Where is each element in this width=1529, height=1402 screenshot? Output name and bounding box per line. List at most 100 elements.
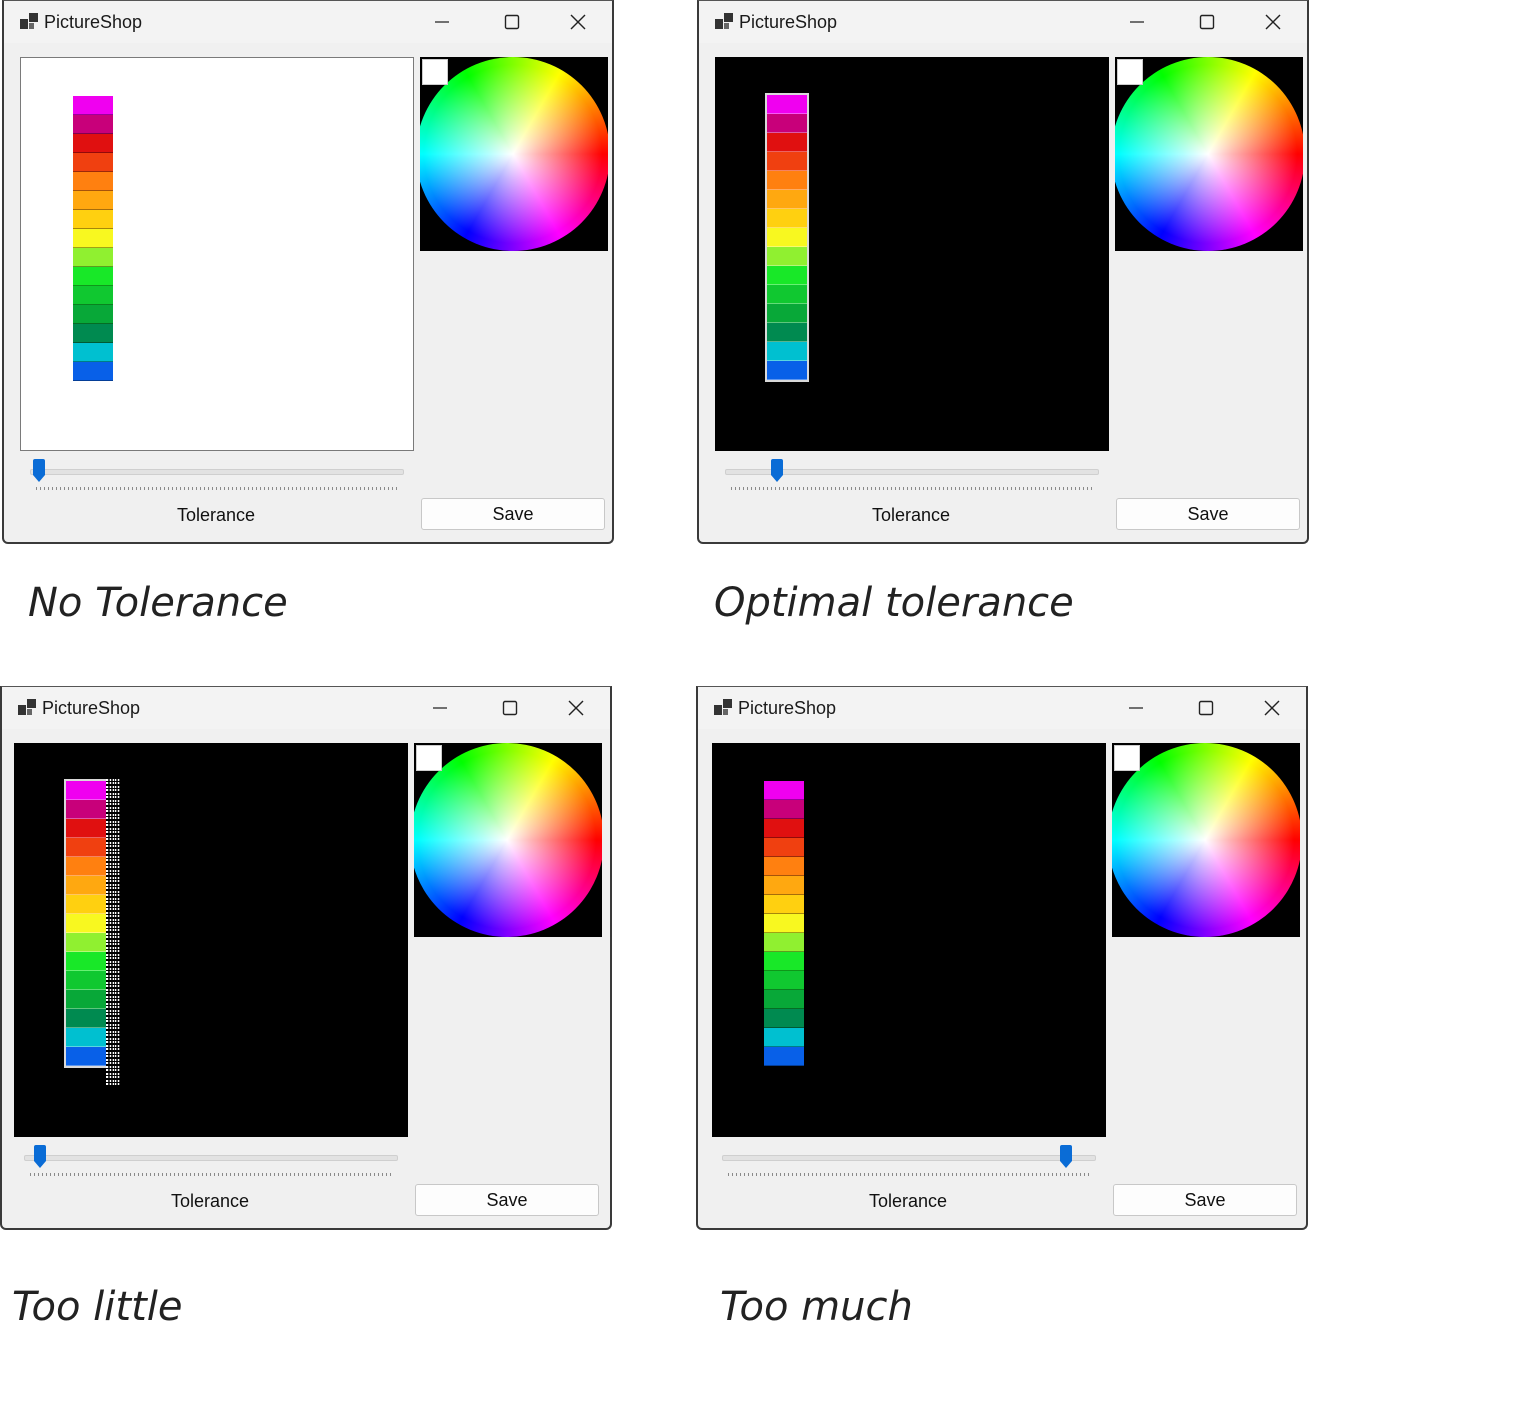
window-too-little: PictureShop Tolerance Save [0,686,612,1230]
color-swatch [764,952,804,971]
color-swatch [764,838,804,857]
color-swatch [73,191,113,210]
maximize-icon [502,700,518,716]
caption-optimal-tolerance: Optimal tolerance [714,580,1074,626]
color-wheel[interactable] [414,743,602,937]
app-icon [18,699,36,715]
close-icon [568,700,584,716]
color-swatch [66,895,106,914]
image-canvas[interactable] [715,57,1109,451]
color-swatch [66,971,106,990]
app-icon [714,699,732,715]
tolerance-label: Tolerance [176,505,256,525]
window-title: PictureShop [42,698,141,718]
color-swatch [767,247,807,266]
tolerance-slider-thumb[interactable] [33,1145,47,1169]
app-icon [715,13,733,29]
save-button[interactable]: Save [1116,498,1300,530]
window-title: PictureShop [739,12,838,32]
maximize-button[interactable] [478,1,546,43]
close-button[interactable] [1238,687,1306,729]
tolerance-slider-ticks [30,1173,392,1176]
color-swatch [764,1047,804,1066]
color-swatch [767,228,807,247]
color-swatch [767,266,807,285]
title-bar: PictureShop [2,687,610,729]
window-too-much: PictureShop Tolerance Save [696,686,1308,1230]
color-swatch [73,115,113,134]
color-swatch [66,781,106,800]
color-swatch [764,914,804,933]
color-wheel[interactable] [420,57,608,251]
minimize-button[interactable] [1103,1,1171,43]
maximize-icon [1198,700,1214,716]
tolerance-slider-thumb[interactable] [32,459,46,483]
close-icon [570,14,586,30]
color-swatch [73,324,113,343]
close-button[interactable] [542,687,610,729]
color-swatch [66,1028,106,1047]
maximize-button[interactable] [476,687,544,729]
color-swatch [73,96,113,115]
color-swatch [66,1047,106,1066]
color-wheel-panel[interactable] [420,57,608,251]
minimize-button[interactable] [408,1,476,43]
image-canvas[interactable] [712,743,1106,1137]
window-optimal-tolerance: PictureShop Tolerance Save [697,0,1309,544]
color-wheel-panel[interactable] [1112,743,1300,937]
tolerance-slider-track[interactable] [30,469,404,475]
color-swatch [73,305,113,324]
save-button[interactable]: Save [421,498,605,530]
tolerance-slider-ticks [36,487,398,490]
color-swatch [66,838,106,857]
image-canvas[interactable] [20,57,414,451]
color-wheel[interactable] [1115,57,1303,251]
tolerance-slider-ticks [731,487,1093,490]
save-button[interactable]: Save [415,1184,599,1216]
color-swatch [73,229,113,248]
color-strip [765,93,809,382]
color-swatch [767,152,807,171]
color-swatch [66,952,106,971]
tolerance-slider-track[interactable] [24,1155,398,1161]
color-strip [764,781,804,1066]
color-swatch [764,1009,804,1028]
close-button[interactable] [544,1,612,43]
color-swatch [767,171,807,190]
color-swatch [767,133,807,152]
caption-no-tolerance: No Tolerance [28,580,288,626]
color-wheel-panel[interactable] [414,743,602,937]
close-button[interactable] [1239,1,1307,43]
color-wheel[interactable] [1112,743,1300,937]
color-swatch [73,343,113,362]
minimize-icon [433,707,447,709]
color-swatch [764,971,804,990]
minimize-icon [1130,21,1144,23]
title-bar: PictureShop [699,1,1307,43]
color-swatch [66,933,106,952]
maximize-button[interactable] [1172,687,1240,729]
color-swatch [764,933,804,952]
window-title: PictureShop [44,12,143,32]
tolerance-label: Tolerance [871,505,951,525]
maximize-button[interactable] [1173,1,1241,43]
selected-color-swatch [1114,745,1140,771]
color-swatch [764,1028,804,1047]
color-swatch [764,800,804,819]
selected-color-swatch [1117,59,1143,85]
image-canvas[interactable] [14,743,408,1137]
save-button[interactable]: Save [1113,1184,1297,1216]
minimize-button[interactable] [406,687,474,729]
selected-color-swatch [416,745,442,771]
maximize-icon [504,14,520,30]
close-icon [1265,14,1281,30]
tolerance-slider-thumb[interactable] [770,459,784,483]
tolerance-slider-thumb[interactable] [1059,1145,1073,1169]
color-swatch [767,361,807,380]
color-swatch [66,1009,106,1028]
minimize-button[interactable] [1102,687,1170,729]
tolerance-slider-track[interactable] [722,1155,1096,1161]
window-title: PictureShop [738,698,837,718]
color-wheel-panel[interactable] [1115,57,1303,251]
color-swatch [66,876,106,895]
